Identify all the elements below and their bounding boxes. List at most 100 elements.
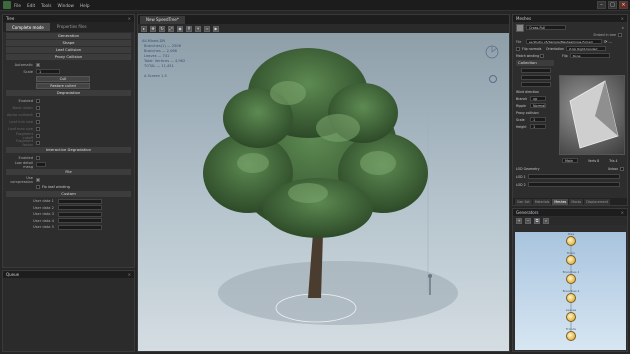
menu-window[interactable]: Window: [57, 3, 74, 8]
user-data-input[interactable]: [58, 211, 102, 217]
select-tool-icon[interactable]: ▸: [141, 25, 147, 32]
tab-displacement[interactable]: Displacement: [584, 198, 611, 205]
branch-select[interactable]: up: [530, 96, 546, 101]
degradation-field-label: Basic slider: [12, 105, 34, 110]
section-proxy-collision[interactable]: Proxy Collision: [6, 54, 131, 60]
generator-node-icon[interactable]: [566, 236, 576, 246]
generator-node-icon[interactable]: [566, 331, 576, 341]
degradation-field-label: Alpha cullback: [6, 112, 33, 117]
embed-checkbox[interactable]: [618, 32, 622, 37]
section-generation[interactable]: Generation: [6, 33, 131, 39]
camera-icon[interactable]: ◉: [177, 25, 183, 32]
user-data-input[interactable]: [58, 224, 102, 230]
user-data-label: User data 5: [33, 225, 54, 230]
interactive-enabled-checkbox[interactable]: [36, 155, 40, 160]
flip-select[interactable]: None: [569, 53, 610, 58]
close-icon[interactable]: ×: [621, 210, 624, 215]
unbox-checkbox[interactable]: [620, 166, 624, 171]
tab-properties-files[interactable]: Properties files: [52, 23, 92, 31]
generator-node-icon[interactable]: [566, 293, 576, 303]
tab-masks[interactable]: Masks: [569, 198, 584, 205]
scale-input[interactable]: 1: [36, 69, 60, 74]
degradation-field-checkbox[interactable]: [36, 140, 40, 145]
mesh-preview[interactable]: [559, 75, 625, 155]
add-generator-icon[interactable]: +: [516, 218, 522, 224]
section-file[interactable]: File: [6, 169, 131, 175]
close-icon[interactable]: ×: [128, 16, 131, 21]
ripple-select[interactable]: Normal: [530, 103, 546, 108]
light-icon[interactable]: ☀: [195, 25, 201, 32]
generator-node-icon[interactable]: [566, 312, 576, 322]
use-compression-checkbox[interactable]: [36, 177, 40, 182]
delete-generator-icon[interactable]: −: [525, 218, 531, 224]
user-data-input[interactable]: [58, 205, 102, 211]
file-path-input[interactable]: es.Studio v5/Sample/Meshes/Cross-Full.sm: [526, 39, 602, 44]
flip-normals-checkbox[interactable]: [516, 46, 520, 51]
proxy-scale-input[interactable]: 1: [530, 117, 546, 122]
degradation-field-checkbox[interactable]: [36, 119, 40, 124]
user-data-input[interactable]: [58, 218, 102, 224]
menu-edit[interactable]: Edit: [27, 3, 35, 8]
collection-field-1[interactable]: [521, 68, 551, 73]
rotate-tool-icon[interactable]: ↻: [159, 25, 165, 32]
lod-main-select[interactable]: Main: [562, 158, 578, 163]
section-leaf-collision[interactable]: Leaf Collision: [6, 47, 131, 53]
collection-header[interactable]: Collection: [516, 60, 554, 66]
collection-field-2[interactable]: [521, 75, 551, 80]
generator-graph[interactable]: Tree Trunk Branches 1 Branches 2 Leaves Frond…: [515, 232, 626, 350]
generator-node-icon[interactable]: [566, 274, 576, 284]
cull-button[interactable]: Cull: [36, 75, 90, 82]
tab-new-speedtree[interactable]: New SpeedTree*: [140, 15, 185, 24]
minimize-button[interactable]: –: [597, 1, 606, 9]
menu-help[interactable]: Help: [80, 3, 90, 8]
low-detail-input[interactable]: [36, 162, 46, 167]
mesh-name-input[interactable]: Cross-Full: [526, 25, 566, 30]
automatic-checkbox[interactable]: [36, 62, 40, 67]
menu-tools[interactable]: Tools: [41, 3, 51, 8]
proxy-height-input[interactable]: 1: [530, 124, 546, 129]
play-icon[interactable]: ▶: [213, 25, 219, 32]
section-interactive-degradation[interactable]: Interactive Degradation: [6, 147, 131, 153]
tab-gen-set[interactable]: Gen Set: [515, 198, 532, 205]
close-icon[interactable]: ×: [621, 16, 624, 21]
lod1-input[interactable]: [528, 174, 620, 179]
move-tool-icon[interactable]: ✥: [150, 25, 156, 32]
orientation-select[interactable]: Z-Up Right-handed: [566, 46, 606, 51]
degradation-field-checkbox[interactable]: [36, 133, 40, 138]
user-data-row: User data 5: [33, 224, 131, 231]
generator-node-icon[interactable]: [566, 255, 576, 265]
close-mesh-icon[interactable]: ×: [621, 26, 624, 30]
section-custom[interactable]: Custom: [6, 191, 131, 197]
grid-icon[interactable]: #: [186, 25, 192, 32]
close-icon[interactable]: ×: [128, 272, 131, 277]
3d-viewport[interactable]: New SpeedTree* ▸ ✥ ↻ ⤢ ◉ # ☀ ≈ ▶ All-Mix…: [137, 14, 510, 352]
mesh-thumbnail-icon[interactable]: [516, 23, 524, 32]
section-shape[interactable]: Shape: [6, 40, 131, 46]
tab-meshes[interactable]: Meshes: [552, 198, 569, 205]
maximize-button[interactable]: □: [608, 1, 617, 9]
browse-icon[interactable]: …: [608, 39, 612, 44]
section-degradation[interactable]: Degradation: [6, 90, 131, 96]
restore-culled-button[interactable]: Restore culled: [36, 82, 90, 89]
reload-icon[interactable]: ⟳: [604, 39, 607, 44]
wind-icon[interactable]: ≈: [204, 25, 210, 32]
tab-complete-mode[interactable]: Complete mode: [6, 23, 50, 31]
duplicate-icon[interactable]: ⧉: [534, 218, 540, 224]
user-data-input[interactable]: [58, 198, 102, 204]
match-winding-checkbox[interactable]: [540, 53, 544, 58]
fix-leaf-winding-checkbox[interactable]: [36, 184, 40, 189]
window-controls: – □ ×: [597, 1, 628, 9]
lod2-input[interactable]: [528, 182, 620, 187]
scale-tool-icon[interactable]: ⤢: [168, 25, 174, 32]
degradation-field-checkbox[interactable]: [36, 105, 40, 110]
menu-file[interactable]: File: [14, 3, 21, 8]
close-button[interactable]: ×: [619, 1, 628, 9]
tab-materials[interactable]: Materials: [532, 198, 552, 205]
queue-header: Queue ×: [3, 271, 134, 278]
zoom-icon[interactable]: ⌕: [543, 218, 549, 224]
degradation-field-checkbox[interactable]: [36, 126, 40, 131]
collection-field-3[interactable]: [521, 82, 551, 87]
degradation-enabled-checkbox[interactable]: [36, 98, 40, 103]
generator-node-label: Branches 1: [562, 270, 580, 274]
degradation-field-checkbox[interactable]: [36, 112, 40, 117]
